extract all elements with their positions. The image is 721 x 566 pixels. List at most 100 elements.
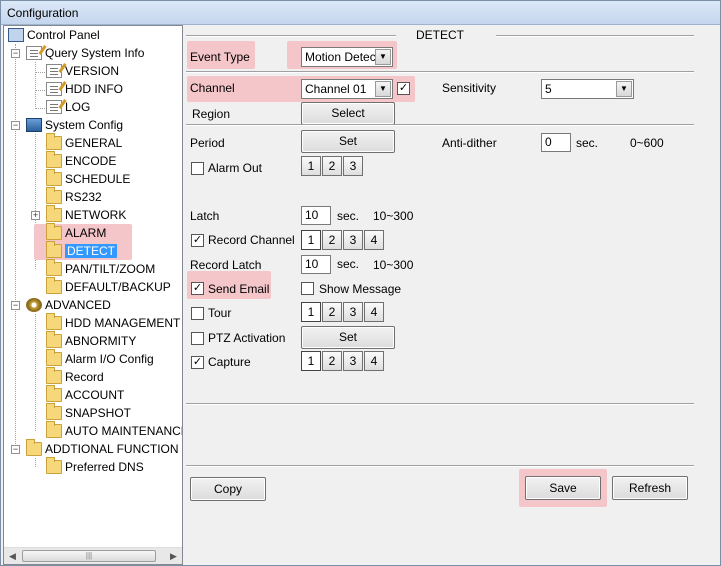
channel-enable-checkbox[interactable]: ✓ (397, 82, 410, 95)
tour-1[interactable]: 1 (301, 302, 321, 322)
folder-icon (46, 277, 62, 294)
horizontal-scrollbar[interactable]: ◀ ||| ▶ (4, 547, 182, 564)
collapse-icon[interactable]: − (11, 49, 20, 58)
tree-item-encode[interactable]: ENCODE (46, 151, 116, 170)
region-select-button[interactable]: Select (301, 102, 395, 125)
divider (186, 124, 694, 126)
system-config-icon (26, 118, 42, 132)
tree-item-alarm-io[interactable]: Alarm I/O Config (46, 349, 154, 368)
folder-icon (46, 421, 62, 438)
alarm-out-1[interactable]: 1 (301, 156, 321, 176)
record-latch-unit: sec. (337, 257, 360, 271)
refresh-button[interactable]: Refresh (612, 476, 688, 500)
collapse-icon[interactable]: − (11, 121, 20, 130)
capture-label: Capture (208, 355, 251, 369)
divider (186, 35, 396, 37)
tree-item-advanced[interactable]: ADVANCED (26, 296, 111, 314)
tree-item-preferred-dns[interactable]: Preferred DNS (46, 457, 144, 476)
tree-item-schedule[interactable]: SCHEDULE (46, 169, 130, 188)
folder-icon (46, 241, 62, 258)
anti-dither-input[interactable]: 0 (541, 133, 571, 152)
folder-icon (46, 151, 62, 168)
tree-root-control-panel[interactable]: Control Panel (8, 26, 100, 44)
tree-item-additional-function[interactable]: ADDTIONAL FUNCTION (26, 439, 179, 458)
period-label: Period (190, 136, 225, 150)
window-title: Configuration (7, 6, 79, 20)
record-channel-1[interactable]: 1 (301, 230, 321, 250)
capture-1[interactable]: 1 (301, 351, 321, 371)
ptz-activation-label: PTZ Activation (208, 331, 286, 345)
tour-4[interactable]: 4 (364, 302, 384, 322)
document-edit-icon (46, 99, 67, 114)
alarm-out-label: Alarm Out (208, 161, 263, 175)
tree-item-default-backup[interactable]: DEFAULT/BACKUP (46, 277, 171, 296)
scroll-right-icon[interactable]: ▶ (165, 548, 182, 564)
region-label: Region (192, 107, 231, 121)
folder-icon (46, 187, 62, 204)
tour-2[interactable]: 2 (322, 302, 342, 322)
tree-item-system-config[interactable]: System Config (26, 116, 123, 134)
folder-icon (46, 259, 62, 276)
record-channel-4[interactable]: 4 (364, 230, 384, 250)
tree-item-abnormity[interactable]: ABNORMITY (46, 331, 136, 350)
tour-3[interactable]: 3 (343, 302, 363, 322)
tree-item-network[interactable]: NETWORK (46, 205, 126, 224)
tree-item-general[interactable]: GENERAL (46, 133, 122, 152)
ptz-set-button[interactable]: Set (301, 326, 395, 349)
record-channel-checkbox[interactable]: ✓ (191, 234, 204, 247)
send-email-checkbox[interactable]: ✓ (191, 282, 204, 295)
capture-checkbox[interactable]: ✓ (191, 356, 204, 369)
tree-item-log[interactable]: LOG (46, 98, 90, 116)
navigation-tree[interactable]: Control Panel − Query System Info VERSIO… (3, 25, 183, 565)
sensitivity-select[interactable]: 5 ▼ (541, 79, 634, 99)
scroll-thumb[interactable]: ||| (22, 550, 156, 562)
tree-item-detect[interactable]: DETECT (46, 241, 117, 260)
send-email-label: Send Email (208, 282, 270, 296)
ptz-activation-checkbox[interactable] (191, 332, 204, 345)
tree-item-query-system-info[interactable]: Query System Info (26, 44, 144, 62)
record-channel-label: Record Channel (208, 233, 295, 247)
alarm-out-checkbox[interactable] (191, 162, 204, 175)
tree-item-hdd-management[interactable]: HDD MANAGEMENT (46, 313, 180, 332)
latch-input[interactable]: 10 (301, 206, 331, 225)
channel-select[interactable]: Channel 01 ▼ (301, 79, 393, 99)
collapse-icon[interactable]: − (11, 301, 20, 310)
expand-icon[interactable]: + (31, 211, 40, 220)
alarm-out-3[interactable]: 3 (343, 156, 363, 176)
tree-item-snapshot[interactable]: SNAPSHOT (46, 403, 131, 422)
folder-icon (46, 403, 62, 420)
tree-item-alarm[interactable]: ALARM (46, 223, 106, 242)
tree-item-version[interactable]: VERSION (46, 62, 119, 80)
chevron-down-icon[interactable]: ▼ (616, 81, 632, 97)
record-channel-3[interactable]: 3 (343, 230, 363, 250)
tour-checkbox[interactable] (191, 307, 204, 320)
chevron-down-icon[interactable]: ▼ (375, 81, 391, 97)
tree-item-pan-tilt-zoom[interactable]: PAN/TILT/ZOOM (46, 259, 155, 278)
document-edit-icon (46, 81, 67, 96)
tree-item-record[interactable]: Record (46, 367, 104, 386)
tree-item-hdd-info[interactable]: HDD INFO (46, 80, 123, 98)
record-channel-2[interactable]: 2 (322, 230, 342, 250)
alarm-out-2[interactable]: 2 (322, 156, 342, 176)
save-button[interactable]: Save (525, 476, 601, 500)
capture-3[interactable]: 3 (343, 351, 363, 371)
capture-2[interactable]: 2 (322, 351, 342, 371)
event-type-select[interactable]: Motion Detect ▼ (301, 47, 393, 67)
folder-icon (46, 385, 62, 402)
folder-icon (46, 349, 62, 366)
record-latch-input[interactable]: 10 (301, 255, 331, 274)
configuration-window: Configuration Control Panel − Query Syst… (0, 0, 721, 566)
chevron-down-icon[interactable]: ▼ (375, 49, 391, 65)
collapse-icon[interactable]: − (11, 445, 20, 454)
title-bar: Configuration (1, 1, 720, 25)
scroll-left-icon[interactable]: ◀ (4, 548, 21, 564)
event-type-label: Event Type (190, 50, 250, 64)
period-set-button[interactable]: Set (301, 130, 395, 153)
show-message-checkbox[interactable] (301, 282, 314, 295)
tree-item-account[interactable]: ACCOUNT (46, 385, 124, 404)
copy-button[interactable]: Copy (190, 477, 266, 501)
tree-item-auto-maintenance[interactable]: AUTO MAINTENANCE (46, 421, 182, 440)
capture-4[interactable]: 4 (364, 351, 384, 371)
tree-item-rs232[interactable]: RS232 (46, 187, 102, 206)
detect-panel: DETECT Event Type Motion Detect ▼ Channe… (184, 25, 720, 565)
